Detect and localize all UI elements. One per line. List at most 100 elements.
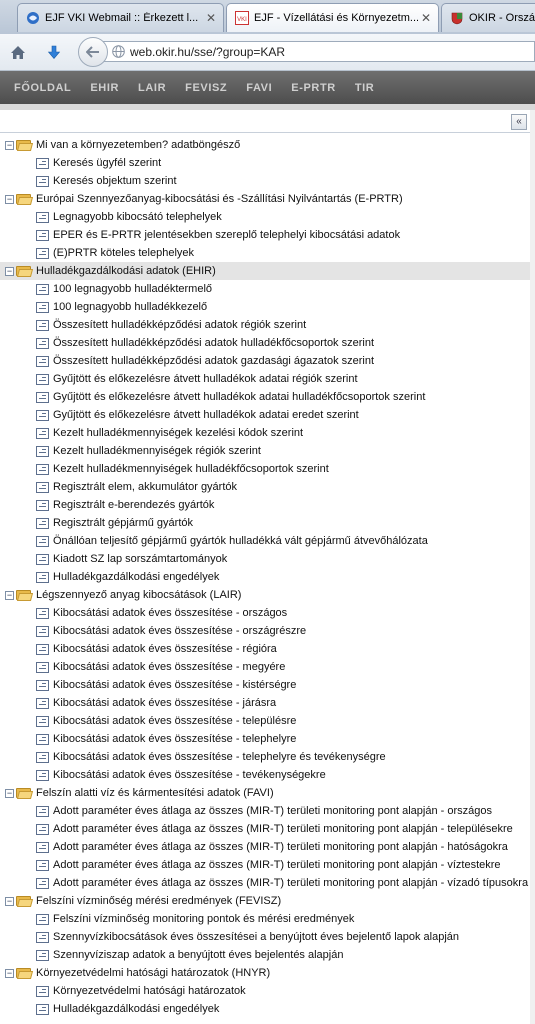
menu-item-eprtr[interactable]: E-PRTR [291,82,336,94]
tree-item[interactable]: Adott paraméter éves átlaga az összes (M… [0,856,530,874]
tree-category[interactable]: − Felszíni vízminőség mérési eredmények (… [0,892,530,910]
tree-item[interactable]: 100 legnagyobb hulladékkezelő [0,298,530,316]
tree-item[interactable]: Szennyvízkibocsátások éves összesítései … [0,928,530,946]
tree-category[interactable]: − Környezetvédelmi hatósági határozatok (… [0,964,530,982]
tree-item-label: Gyűjtött és előkezelésre átvett hulladék… [53,373,358,385]
tree-category[interactable]: − Felszín alatti víz és kármentesítési ad… [0,784,530,802]
tree-item[interactable]: Összesített hulladékképződési adatok rég… [0,316,530,334]
tree-item[interactable]: Adott paraméter éves átlaga az összes (M… [0,838,530,856]
browser-nav-bar: web.okir.hu/sse/?group=KAR [0,34,535,71]
collapse-panel-button[interactable]: « [511,114,527,130]
menu-item-favi[interactable]: FAVI [246,82,272,94]
collapse-toggle-icon[interactable]: − [5,788,14,798]
tree-category-label: Felszín alatti víz és kármentesítési ada… [36,787,274,799]
report-icon [36,499,49,511]
back-button[interactable] [78,37,108,67]
home-icon[interactable] [7,41,29,63]
tree-item[interactable]: Kibocsátási adatok éves összesítése - ré… [0,640,530,658]
close-tab-icon[interactable]: ✕ [203,11,219,25]
collapse-toggle-icon[interactable]: − [5,590,14,600]
collapse-toggle-icon[interactable]: − [5,140,14,150]
tree-item[interactable]: Gyűjtött és előkezelésre átvett hulladék… [0,406,530,424]
tree-item[interactable]: Adott paraméter éves átlaga az összes (M… [0,802,530,820]
tree-item[interactable]: Kezelt hulladékmennyiségek hulladékfőcso… [0,460,530,478]
report-icon [36,247,49,259]
tree-item[interactable]: Keresés objektum szerint [0,172,530,190]
report-icon [36,679,49,691]
tree-item[interactable]: Összesített hulladékképződési adatok hul… [0,334,530,352]
tree-item[interactable]: Adott paraméter éves átlaga az összes (M… [0,820,530,838]
tree-item[interactable]: Kibocsátási adatok éves összesítése - te… [0,748,530,766]
tree-item[interactable]: Kibocsátási adatok éves összesítése - or… [0,604,530,622]
tree-item[interactable]: Kibocsátási adatok éves összesítése - te… [0,766,530,784]
tree-panel: « − Mi van a környezetemben? adatböngésző… [0,110,531,1024]
menu-item-fevisz[interactable]: FEVISZ [185,82,227,94]
menu-item-tir[interactable]: TIR [355,82,375,94]
tree-item-label: Szennyvíziszap adatok a benyújtott éves … [53,949,344,961]
tree-item[interactable]: Gyűjtött és előkezelésre átvett hulladék… [0,370,530,388]
tree-category[interactable]: − Mi van a környezetemben? adatböngésző [0,136,530,154]
tree-item[interactable]: Kibocsátási adatok éves összesítése - te… [0,730,530,748]
tree-item-label: Keresés objektum szerint [53,175,177,187]
tree-item[interactable]: Regisztrált e-berendezés gyártók [0,496,530,514]
browser-tab-ejf[interactable]: VKI EJF - Vízellátási és Környezetm... ✕ [226,3,439,32]
site-main-menu: FŐOLDAL EHIR LAIR FEVISZ FAVI E-PRTR TIR [0,71,535,104]
panel-divider [0,132,530,133]
browser-tab-okir[interactable]: OKIR - Ország [441,3,535,32]
tree-item[interactable]: Összesített hulladékképződési adatok gaz… [0,352,530,370]
collapse-toggle-icon[interactable]: − [5,896,14,906]
tree-item[interactable]: Kibocsátási adatok éves összesítése - ki… [0,676,530,694]
report-icon [36,355,49,367]
tree-category-label: Légszennyező anyag kibocsátások (LAIR) [36,589,242,601]
collapse-toggle-icon[interactable]: − [5,194,14,204]
tree-category[interactable]: − Hulladékgazdálkodási adatok (EHIR) [0,262,530,280]
tree-item[interactable]: Gyűjtött és előkezelésre átvett hulladék… [0,388,530,406]
report-icon [36,1003,49,1015]
address-bar[interactable]: web.okir.hu/sse/?group=KAR [100,41,535,62]
report-icon [36,229,49,241]
report-icon [36,409,49,421]
tree-item-label: Kibocsátási adatok éves összesítése - te… [53,733,297,745]
report-icon [36,697,49,709]
tree-category[interactable]: − Európai Szennyezőanyag-kibocsátási és -… [0,190,530,208]
report-icon [36,427,49,439]
tree-item[interactable]: Hulladékgazdálkodási engedélyek [0,568,530,586]
report-icon [36,283,49,295]
tree-item[interactable]: Kibocsátási adatok éves összesítése - me… [0,658,530,676]
tree-item[interactable]: EPER és E-PRTR jelentésekben szereplő te… [0,226,530,244]
tree-item[interactable]: Felszíni vízminőség monitoring pontok és… [0,910,530,928]
tree-item[interactable]: Önállóan teljesítő gépjármű gyártók hull… [0,532,530,550]
tree-item[interactable]: (E)PRTR köteles telephelyek [0,244,530,262]
menu-item-fooldal[interactable]: FŐOLDAL [14,82,71,94]
tree-item[interactable]: 100 legnagyobb hulladéktermelő [0,280,530,298]
collapse-toggle-icon[interactable]: − [5,968,14,978]
tree-item[interactable]: Adott paraméter éves átlaga az összes (M… [0,874,530,892]
tree-item[interactable]: Környezetvédelmi hatósági határozatok [0,982,530,1000]
tree-item[interactable]: Kezelt hulladékmennyiségek régiók szerin… [0,442,530,460]
download-icon[interactable] [43,41,65,63]
tree-item[interactable]: Kibocsátási adatok éves összesítése - já… [0,694,530,712]
tree-item[interactable]: Kibocsátási adatok éves összesítése - te… [0,712,530,730]
tree-item[interactable]: Hulladékgazdálkodási engedélyek [0,1000,530,1018]
tree-item-label: Hulladékgazdálkodási engedélyek [53,1003,220,1015]
tree-item[interactable]: Kezelt hulladékmennyiségek kezelési kódo… [0,424,530,442]
scrollbar[interactable] [530,110,535,1024]
tree-item[interactable]: Regisztrált gépjármű gyártók [0,514,530,532]
report-icon [36,751,49,763]
tree-item[interactable]: Kiadott SZ lap sorszámtartományok [0,550,530,568]
tree-item[interactable]: Regisztrált elem, akkumulátor gyártók [0,478,530,496]
tree-item[interactable]: Kibocsátási adatok éves összesítése - or… [0,622,530,640]
open-folder-icon [16,895,34,907]
browser-tab-strip: EJF VKI Webmail :: Érkezett l... ✕ VKI E… [0,0,535,35]
tree-item[interactable]: Szennyvíziszap adatok a benyújtott éves … [0,946,530,964]
tree-item[interactable]: Legnagyobb kibocsátó telephelyek [0,208,530,226]
tree-item-label: Kezelt hulladékmennyiségek régiók szerin… [53,445,261,457]
tree-category[interactable]: − Légszennyező anyag kibocsátások (LAIR) [0,586,530,604]
close-tab-icon[interactable]: ✕ [418,11,434,25]
menu-item-ehir[interactable]: EHIR [90,82,119,94]
browser-tab-webmail[interactable]: EJF VKI Webmail :: Érkezett l... ✕ [17,3,224,32]
collapse-toggle-icon[interactable]: − [5,266,14,276]
tree-item[interactable]: Keresés ügyfél szerint [0,154,530,172]
menu-item-lair[interactable]: LAIR [138,82,166,94]
report-icon [36,463,49,475]
